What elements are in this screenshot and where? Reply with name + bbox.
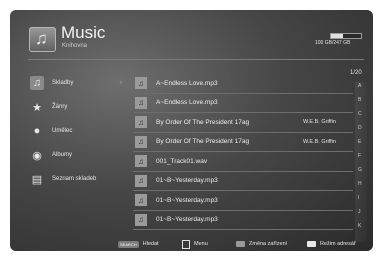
alpha-letter[interactable]: B bbox=[358, 97, 361, 103]
sidebar: ♫ Skladby › ★ Žánry ● Umělec ◉ Albumy ▤ … bbox=[30, 71, 125, 191]
track-title: A~Endless Love.mp3 bbox=[156, 99, 218, 107]
playlist-icon: ▤ bbox=[31, 173, 43, 186]
sidebar-item-label: Albumy bbox=[52, 152, 73, 158]
alphabet-index[interactable]: A B C D E F G H I J K bbox=[355, 82, 367, 242]
footer-mode[interactable]: Režim adresář bbox=[307, 239, 356, 249]
storage-bar bbox=[330, 33, 362, 39]
search-key-icon: SEARCH bbox=[118, 240, 139, 248]
footer-device-label: Změna zařízení bbox=[249, 241, 288, 247]
footer-menu[interactable]: Menu bbox=[182, 239, 208, 249]
alpha-letter[interactable]: K bbox=[358, 223, 361, 229]
track-row[interactable]: ♫ By Order Of The President 17ag W.E.B. Gr… bbox=[133, 113, 353, 133]
track-list: ♫ A~Endless Love.mp3 ♫ A~Endless Love.mp3 … bbox=[133, 74, 353, 230]
music-file-icon: ♫ bbox=[135, 155, 147, 168]
music-file-icon: ♫ bbox=[135, 77, 147, 90]
track-row[interactable]: ♫ A~Endless Love.mp3 bbox=[133, 74, 353, 94]
track-title: 01~B~Yesterday.mp3 bbox=[156, 177, 218, 185]
sidebar-item-albumy[interactable]: ◉ Albumy bbox=[30, 143, 125, 167]
music-library-screen: Music Knihovna 100 GB/247 GB ♫ Skladby ›… bbox=[10, 10, 373, 251]
alpha-letter[interactable]: A bbox=[358, 83, 361, 89]
person-icon: ● bbox=[33, 125, 41, 137]
footer-device[interactable]: Změna zařízení bbox=[236, 239, 287, 249]
star-icon: ★ bbox=[32, 101, 42, 114]
track-row[interactable]: ♫ 01~B~Yesterday.mp3 bbox=[133, 191, 353, 211]
track-row[interactable]: ♫ 001_Track01.wav bbox=[133, 152, 353, 172]
disc-icon: ◉ bbox=[32, 149, 42, 162]
alpha-letter[interactable]: F bbox=[358, 153, 361, 159]
track-title: A~Endless Love.mp3 bbox=[156, 79, 218, 87]
music-file-icon: ♫ bbox=[135, 194, 147, 207]
alpha-letter[interactable]: C bbox=[358, 111, 362, 117]
page-subtitle: Knihovna bbox=[62, 43, 88, 49]
music-file-icon: ♫ bbox=[135, 174, 147, 187]
track-artist: W.E.B. Griffin bbox=[303, 138, 336, 145]
track-row[interactable]: ♫ 01~B~Yesterday.mp3 bbox=[133, 211, 353, 230]
track-row[interactable]: ♫ 01~B~Yesterday.mp3 bbox=[133, 172, 353, 191]
footer-search[interactable]: SEARCH Hledat bbox=[118, 239, 159, 249]
track-artist: W.E.B. Griffin bbox=[303, 119, 336, 126]
alpha-letter[interactable]: E bbox=[358, 139, 361, 145]
sidebar-item-label: Seznam skladeb bbox=[52, 176, 97, 182]
sidebar-item-seznam-skladeb[interactable]: ▤ Seznam skladeb bbox=[30, 167, 125, 191]
alpha-letter[interactable]: J bbox=[358, 209, 361, 215]
track-row[interactable]: ♫ A~Endless Love.mp3 bbox=[133, 94, 353, 113]
track-row[interactable]: ♫ By Order Of The President 17ag W.E.B. Gr… bbox=[133, 133, 353, 152]
sidebar-item-label: Skladby bbox=[52, 80, 74, 86]
alpha-letter[interactable]: H bbox=[358, 181, 362, 187]
storage-fill bbox=[331, 34, 343, 38]
chevron-right-icon: › bbox=[120, 80, 122, 86]
sidebar-item-skladby[interactable]: ♫ Skladby › bbox=[30, 71, 125, 95]
track-title: 01~B~Yesterday.mp3 bbox=[156, 196, 218, 204]
storage-text: 100 GB/247 GB bbox=[315, 40, 351, 46]
white-key-icon bbox=[307, 241, 316, 247]
music-library-icon bbox=[29, 27, 56, 52]
track-title: By Order Of The President 17ag bbox=[156, 118, 250, 126]
sidebar-item-label: Umělec bbox=[52, 128, 73, 134]
alpha-letter[interactable]: I bbox=[358, 195, 359, 201]
page-title: Music bbox=[61, 23, 106, 42]
gray-key-icon bbox=[236, 241, 245, 247]
footer-menu-label: Menu bbox=[194, 241, 208, 247]
track-title: By Order Of The President 17ag bbox=[156, 138, 250, 146]
footer-search-label: Hledat bbox=[142, 241, 159, 247]
music-note-icon: ♫ bbox=[30, 76, 44, 90]
music-file-icon: ♫ bbox=[135, 116, 147, 129]
sidebar-item-zanry[interactable]: ★ Žánry bbox=[30, 95, 125, 119]
track-title: 01~B~Yesterday.mp3 bbox=[156, 216, 218, 224]
alpha-letter[interactable]: D bbox=[358, 125, 362, 131]
sidebar-item-umelec[interactable]: ● Umělec bbox=[30, 119, 125, 143]
sidebar-item-label: Žánry bbox=[52, 104, 68, 110]
music-file-icon: ♫ bbox=[135, 213, 147, 226]
alpha-letter[interactable]: G bbox=[358, 167, 362, 173]
menu-key-icon bbox=[182, 239, 190, 249]
music-file-icon: ♫ bbox=[135, 96, 147, 109]
footer-hints: SEARCH Hledat Menu Změna zařízení Režim … bbox=[10, 239, 373, 251]
header-divider bbox=[28, 59, 364, 60]
track-title: 001_Track01.wav bbox=[156, 157, 208, 165]
music-file-icon: ♫ bbox=[135, 135, 147, 148]
footer-mode-label: Režim adresář bbox=[320, 241, 356, 247]
